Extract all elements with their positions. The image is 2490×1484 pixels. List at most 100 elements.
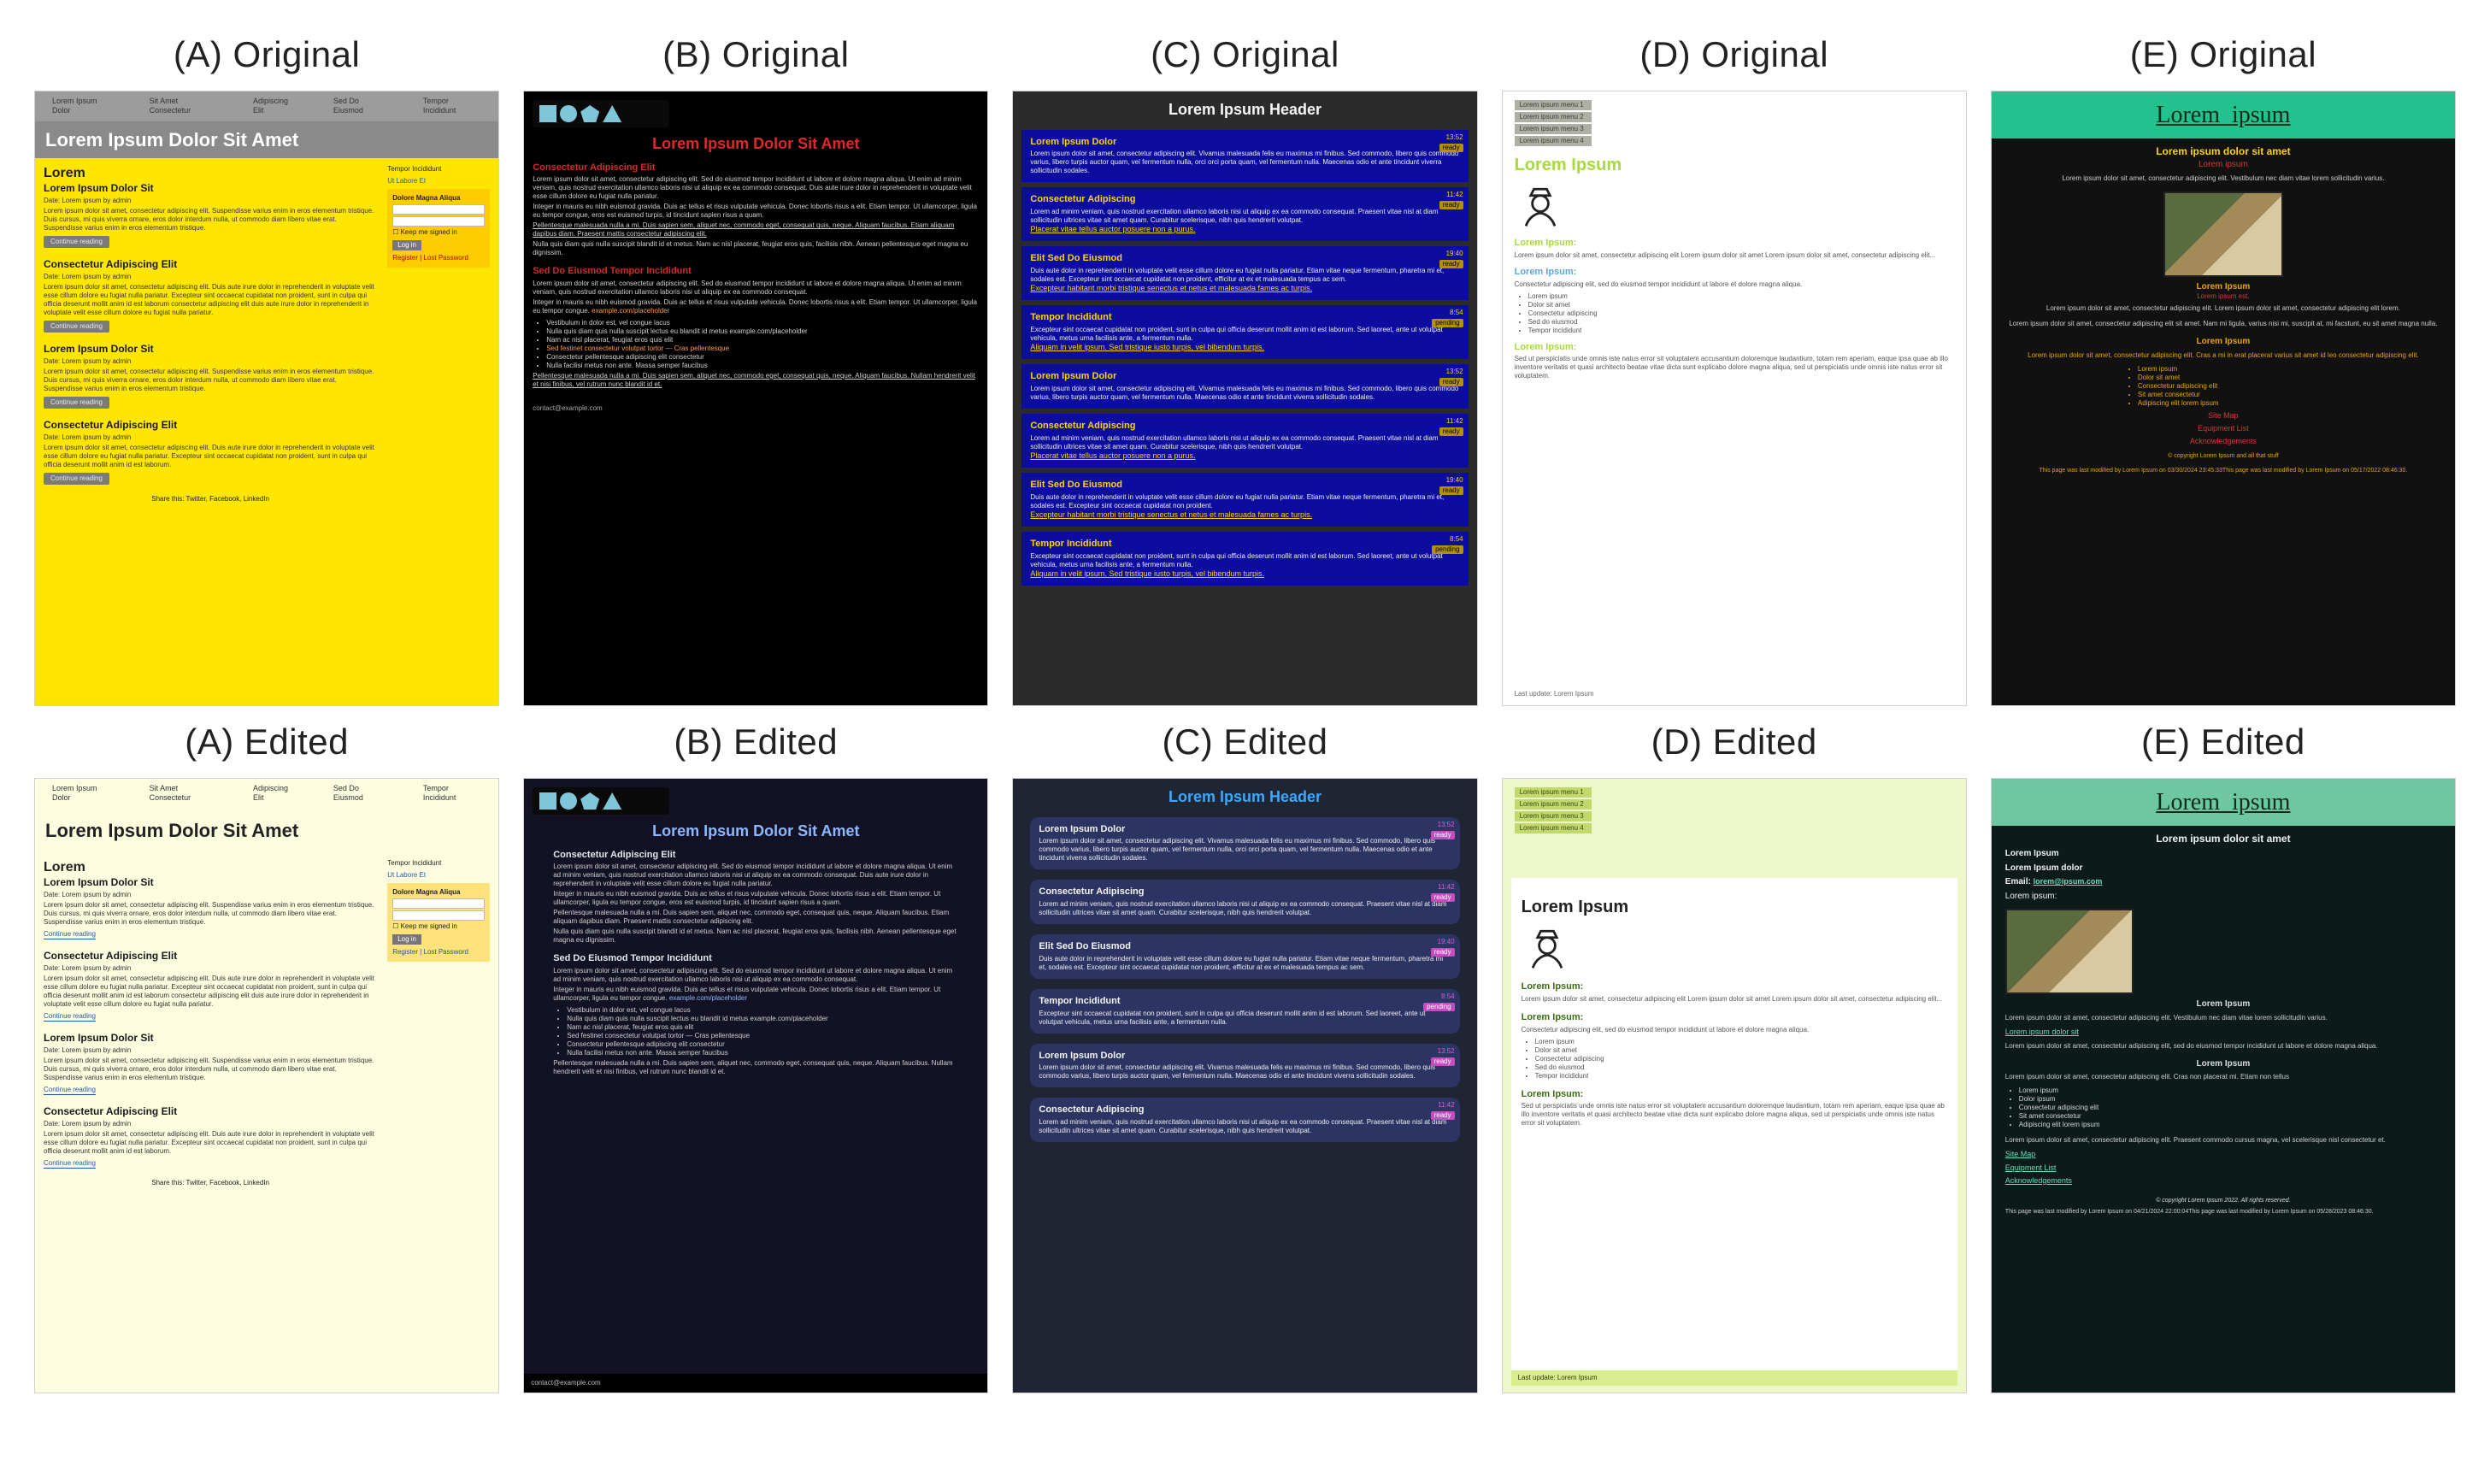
ae-login-sub[interactable]: Ut Labore Et <box>387 871 490 880</box>
d-li-1: Dolor sit amet <box>1528 301 1954 309</box>
de-ul: Lorem ipsum Dolor sit amet Consectetur a… <box>1535 1038 1947 1081</box>
a-post-0-btn[interactable]: Continue reading <box>44 236 109 248</box>
b-link-1[interactable]: example.com/placeholder <box>592 307 669 315</box>
a-nav-0[interactable]: Lorem Ipsum Dolor <box>35 91 132 121</box>
d-menu-1[interactable]: Lorem ipsum menu 2 <box>1515 112 1592 122</box>
ae-login-links[interactable]: Register | Lost Password <box>392 948 485 957</box>
c-card-3: 8:54pendingTempor IncididuntExcepteur si… <box>1021 305 1468 359</box>
de-menu-0[interactable]: Lorem ipsum menu 1 <box>1515 787 1592 798</box>
ae-post-1-btn[interactable]: Continue reading <box>44 1012 96 1022</box>
ae-nav-3[interactable]: Sed Do Eiusmod <box>316 779 406 809</box>
ee-email-link[interactable]: lorem@ipsum.com <box>2034 877 2103 886</box>
e-link-1[interactable]: Equipment List <box>1992 424 2455 433</box>
d-p-1: Consectetur adipiscing elit, sed do eius… <box>1515 280 1954 289</box>
ae-nav-2[interactable]: Adipiscing Elit <box>236 779 316 809</box>
de-p-0: Lorem ipsum dolor sit amet, consectetur … <box>1522 995 1947 1004</box>
c-badge-0: 13:52ready <box>1439 133 1463 152</box>
c-badge-5: 11:42ready <box>1439 417 1463 436</box>
c-card-1-l[interactable]: Placerat vitae tellus auctor posuere non… <box>1030 225 1195 233</box>
a-login-sub[interactable]: Ut Labore Et <box>387 177 490 186</box>
ee-meta: This page was last modified by Lorem Ips… <box>1992 1205 2455 1220</box>
c-card-6-b: Duis aute dolor in reprehenderit in volu… <box>1030 493 1459 510</box>
d-menu-0[interactable]: Lorem ipsum menu 1 <box>1515 100 1592 110</box>
ce-card-2-h: Elit Sed Do Eiusmod <box>1039 941 1451 953</box>
be-link-1[interactable]: example.com/placeholder <box>669 994 747 1002</box>
de-menu-3[interactable]: Lorem ipsum menu 4 <box>1515 823 1592 833</box>
ae-post-1-date: Date: Lorem ipsum by admin <box>44 964 377 973</box>
e-li-3: Sit amet consectetur <box>2138 391 2309 399</box>
a-nav-1[interactable]: Sit Amet Consectetur <box>132 91 236 121</box>
a-title-bar: Lorem Ipsum Dolor Sit Amet <box>35 121 498 158</box>
d-menu-2[interactable]: Lorem ipsum menu 3 <box>1515 124 1592 134</box>
ae-login-go[interactable]: Log in <box>392 934 421 945</box>
c-badge-6: 19:40ready <box>1439 476 1463 495</box>
a-nav-2[interactable]: Adipiscing Elit <box>236 91 316 121</box>
e-li-1: Dolor sit amet <box>2138 374 2309 382</box>
c-card-3-l[interactable]: Aliquam in velit ipsum. Sed tristique iu… <box>1030 343 1264 351</box>
a-login-user[interactable] <box>392 204 485 215</box>
label-e-edit: (E) Edited <box>1991 721 2456 763</box>
ee-ul: Lorem ipsum Dolor ipsum Consectetur adip… <box>2019 1086 2455 1129</box>
c-card-5-l[interactable]: Placerat vitae tellus auctor posuere non… <box>1030 451 1195 460</box>
a-post-1-btn[interactable]: Continue reading <box>44 321 109 333</box>
b-p2: Integer in mauris eu nibh euismod gravid… <box>533 203 979 220</box>
de-menu-1[interactable]: Lorem ipsum menu 2 <box>1515 799 1592 810</box>
ae-login-user[interactable] <box>392 898 485 909</box>
c-card-3-b: Excepteur sint occaecat cupidatat non pr… <box>1030 326 1459 343</box>
ce-badge-1: 11:42ready <box>1431 883 1455 902</box>
be-p3: Pellentesque malesuada nulla a mi. Duis … <box>553 909 958 926</box>
thumb-a-original: Lorem Ipsum Dolor Sit Amet Consectetur A… <box>34 91 499 706</box>
ee-sub2: Lorem ipsum: <box>1992 890 2455 904</box>
ae-nav-4[interactable]: Tempor Incididunt <box>406 779 498 809</box>
a-post-2-btn[interactable]: Continue reading <box>44 397 109 409</box>
ee-link-s[interactable]: Site Map <box>1992 1148 2455 1161</box>
c-card-2-l[interactable]: Excepteur habitant morbi tristique senec… <box>1030 284 1312 292</box>
be-p1: Lorem ipsum dolor sit amet, consectetur … <box>553 863 958 888</box>
c-card-5-h: Consectetur Adipiscing <box>1030 421 1459 433</box>
ae-post-3-btn[interactable]: Continue reading <box>44 1159 96 1169</box>
de-menu-2[interactable]: Lorem ipsum menu 3 <box>1515 811 1592 822</box>
e-link-0[interactable]: Site Map <box>1992 411 2455 421</box>
ae-login-pass[interactable] <box>392 910 485 921</box>
d-menu-3[interactable]: Lorem ipsum menu 4 <box>1515 136 1592 146</box>
a-post-2-date: Date: Lorem ipsum by admin <box>44 357 377 366</box>
c-card-6-l[interactable]: Excepteur habitant morbi tristique senec… <box>1030 510 1312 519</box>
b-li-5: Nulla facilisi metus non ante. Massa sem… <box>546 362 979 370</box>
ce-badge-4: 13:52ready <box>1431 1047 1455 1066</box>
ae-nav-1[interactable]: Sit Amet Consectetur <box>132 779 236 809</box>
e-link-2[interactable]: Acknowledgements <box>1992 437 2455 446</box>
ce-card-4: 13:52readyLorem Ipsum DolorLorem ipsum d… <box>1030 1044 1459 1088</box>
ae-post-1-h: Consectetur Adipiscing Elit <box>44 950 377 963</box>
square-icon <box>539 105 556 122</box>
a-login-pass[interactable] <box>392 216 485 227</box>
ae-post-1-b: Lorem ipsum dolor sit amet, consectetur … <box>44 975 377 1009</box>
ce-card-4-h: Lorem Ipsum Dolor <box>1039 1051 1451 1063</box>
a-nav-3[interactable]: Sed Do Eiusmod <box>316 91 406 121</box>
ee-link-a[interactable]: Acknowledgements <box>1992 1175 2455 1187</box>
b-h1: Consectetur Adipiscing Elit <box>533 162 979 174</box>
ce-card-2-b: Duis aute dolor in reprehenderit in volu… <box>1039 955 1451 972</box>
de-last-update: Last update: Lorem Ipsum <box>1511 1370 1957 1386</box>
ee-link-1[interactable]: Lorem ipsum dolor sit <box>1992 1026 2455 1039</box>
ae-post-0-btn[interactable]: Continue reading <box>44 930 96 939</box>
ee-li-0: Lorem ipsum <box>2019 1086 2455 1095</box>
a-post-3-btn[interactable]: Continue reading <box>44 473 109 485</box>
a-login-keep[interactable]: ☐ Keep me signed in <box>392 228 485 237</box>
c-card-7-l[interactable]: Aliquam in velit ipsum. Sed tristique iu… <box>1030 569 1264 578</box>
de-li-1: Dolor sit amet <box>1535 1046 1947 1055</box>
b-li-4: Consectetur pellentesque adipiscing elit… <box>546 353 979 362</box>
d-h-0: Lorem Ipsum: <box>1515 238 1954 250</box>
c-card-5: 11:42readyConsectetur AdipiscingLorem ad… <box>1021 414 1468 468</box>
label-a-edit: (A) Edited <box>34 721 499 763</box>
ae-login-keep[interactable]: ☐ Keep me signed in <box>392 922 485 931</box>
de-h-0: Lorem Ipsum: <box>1522 981 1947 993</box>
ae-post-2-btn[interactable]: Continue reading <box>44 1086 96 1095</box>
be-p4: Nulla quis diam quis nulla suscipit blan… <box>553 928 958 945</box>
ae-nav-0[interactable]: Lorem Ipsum Dolor <box>35 779 132 809</box>
a-login-links[interactable]: Register | Lost Password <box>392 254 485 262</box>
c-list: 13:52readyLorem Ipsum DolorLorem ipsum d… <box>1013 125 1476 600</box>
ee-link-e[interactable]: Equipment List <box>1992 1162 2455 1175</box>
a-login-go[interactable]: Log in <box>392 240 421 250</box>
a-nav-4[interactable]: Tempor Incididunt <box>406 91 498 121</box>
thumb-b-edited: Lorem Ipsum Dolor Sit Amet Consectetur A… <box>523 778 988 1393</box>
